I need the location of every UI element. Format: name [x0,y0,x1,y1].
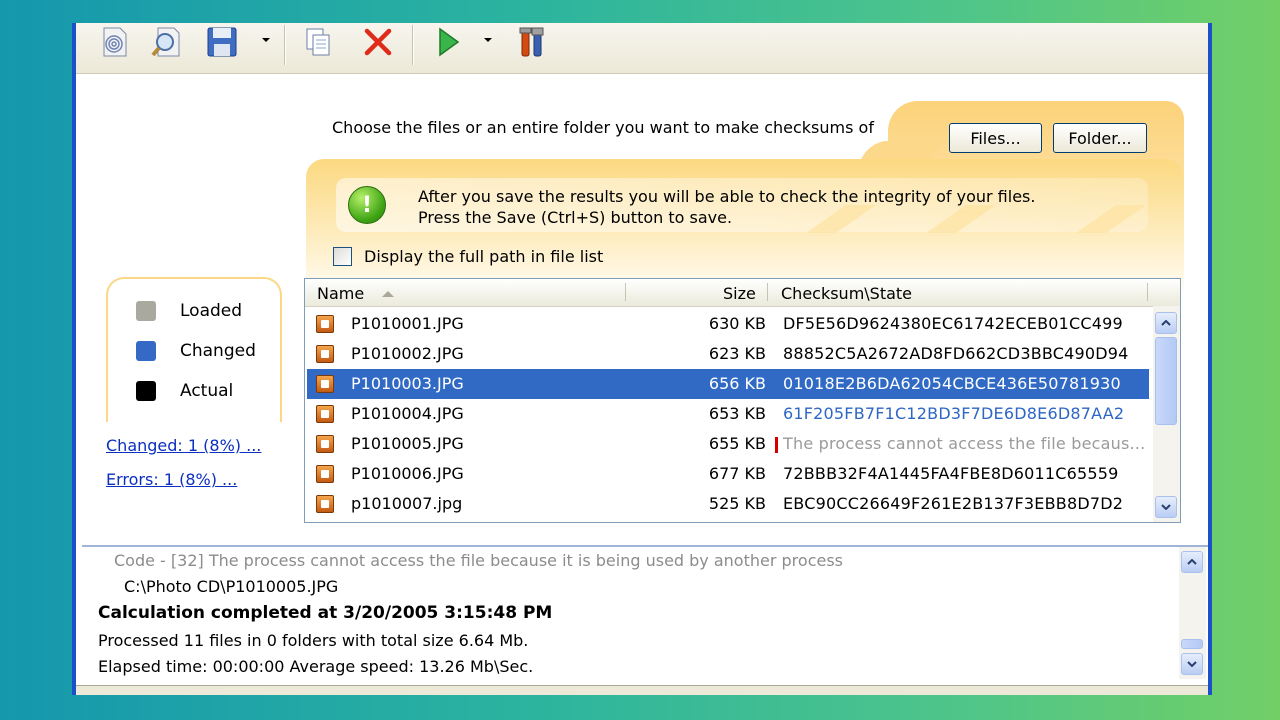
column-header-name[interactable]: Name [317,284,364,303]
legend-item-actual: Actual [136,381,233,401]
actual-swatch [136,381,156,401]
file-name: P1010003.JPG [351,374,464,393]
status-bar [76,685,1208,695]
toolbar-separator [412,25,414,65]
file-checksum: DF5E56D9624380EC61742ECEB01CC499 [783,314,1123,333]
chevron-down-icon [1187,661,1197,667]
errors-link[interactable]: Errors: 1 (8%) ... [106,470,237,489]
file-checksum-changed: 61F205FB7F1C12BD3F7DE6D8E6D87AA2 [783,404,1125,423]
log-panel[interactable]: Code - [32] The process cannot access th… [82,545,1208,687]
app-window: Choose the files or an entire folder you… [72,23,1212,695]
changed-swatch [136,341,156,361]
table-row[interactable]: P1010001.JPG 630 KB DF5E56D9624380EC6174… [307,309,1149,339]
file-name: P1010005.JPG [351,434,464,453]
legend-item-loaded: Loaded [136,301,242,321]
toolbar-separator [284,25,286,65]
file-name: p1010007.jpg [351,494,463,513]
save-dropdown-icon[interactable] [262,38,270,42]
file-size: 653 KB [708,404,766,423]
scroll-up-button[interactable] [1181,551,1203,573]
info-exclamation-icon: ! [348,186,386,224]
list-scrollbar[interactable] [1153,306,1180,522]
file-size: 655 KB [708,434,766,453]
file-size: 525 KB [708,494,766,513]
column-separator[interactable] [767,283,768,301]
file-name: P1010001.JPG [351,314,464,333]
loaded-swatch [136,301,156,321]
error-marker-icon [775,437,778,453]
column-header-size[interactable]: Size [723,284,756,303]
copy-icon[interactable] [298,23,338,61]
file-error-message: The process cannot access the file becau… [783,434,1146,453]
file-name: P1010004.JPG [351,404,464,423]
folder-button[interactable]: Folder... [1053,123,1147,153]
table-row[interactable]: P1010005.JPG 655 KB The process cannot a… [307,429,1149,459]
file-size: 623 KB [708,344,766,363]
verify-magnifier-icon[interactable] [146,23,186,61]
full-path-checkbox[interactable] [333,247,352,266]
jpg-file-icon [316,345,334,363]
log-error-path: C:\Photo CD\P1010005.JPG [124,577,339,596]
legend-label: Changed [180,341,256,361]
log-scrollbar[interactable] [1179,547,1206,679]
jpg-file-icon [316,465,334,483]
run-dropdown-icon[interactable] [484,38,492,42]
scroll-thumb[interactable] [1155,337,1177,425]
sort-ascending-icon [382,291,394,297]
file-name: P1010002.JPG [351,344,464,363]
open-fingerprint-icon[interactable] [94,23,134,61]
save-floppy-icon[interactable] [202,23,242,61]
column-separator[interactable] [1147,283,1148,301]
column-separator[interactable] [625,283,626,301]
jpg-file-icon [316,315,334,333]
table-row[interactable]: P1010002.JPG 623 KB 88852C5A2672AD8FD662… [307,339,1149,369]
table-row[interactable]: P1010006.JPG 677 KB 72BBB32F4A1445FA4FBE… [307,459,1149,489]
jpg-file-icon [316,405,334,423]
table-row[interactable]: p1010007.jpg 525 KB EBC90CC26649F261E2B1… [307,489,1149,519]
log-completed: Calculation completed at 3/20/2005 3:15:… [98,603,553,623]
toolbar [76,23,1208,74]
scroll-up-button[interactable] [1155,312,1177,334]
chevron-up-icon [1187,559,1197,565]
run-icon[interactable] [428,23,468,61]
info-line-2: Press the Save (Ctrl+S) button to save. [418,208,733,227]
info-text: After you save the results you will be a… [418,186,1035,228]
scroll-thumb[interactable] [1181,639,1203,649]
tools-icon[interactable] [512,23,552,61]
jpg-file-icon [316,375,334,393]
scroll-down-button[interactable] [1181,653,1203,675]
file-name: P1010006.JPG [351,464,464,483]
files-button[interactable]: Files... [949,123,1042,153]
info-line-1: After you save the results you will be a… [418,187,1036,206]
legend-label: Loaded [180,301,243,321]
file-checksum: 72BBB32F4A1445FA4FBE8D6011C65559 [783,464,1119,483]
log-elapsed: Elapsed time: 00:00:00 Average speed: 13… [98,657,534,676]
chevron-up-icon [1161,320,1171,326]
instruction-text: Choose the files or an entire folder you… [332,118,874,137]
file-checksum: 01018E2B6DA62054CBCE436E50781930 [783,374,1121,393]
legend: Loaded Changed Actual [106,277,282,422]
column-header-checksum[interactable]: Checksum\State [781,284,912,303]
log-processed: Processed 11 files in 0 folders with tot… [98,631,529,650]
full-path-label[interactable]: Display the full path in file list [364,247,603,266]
file-size: 677 KB [708,464,766,483]
jpg-file-icon [316,495,334,513]
legend-item-changed: Changed [136,341,256,361]
file-size: 656 KB [708,374,766,393]
file-checksum: 88852C5A2672AD8FD662CD3BBC490D94 [783,344,1129,363]
table-row-selected[interactable]: P1010003.JPG 656 KB 01018E2B6DA62054CBCE… [307,369,1149,399]
log-error-code: Code - [32] The process cannot access th… [114,551,843,570]
jpg-file-icon [316,435,334,453]
scroll-down-button[interactable] [1155,496,1177,518]
delete-icon[interactable] [358,23,398,61]
changed-link[interactable]: Changed: 1 (8%) ... [106,436,261,455]
list-header: Name Size Checksum\State [305,279,1180,307]
file-checksum: EBC90CC26649F261E2B137F3EBB8D7D2 [783,494,1124,513]
file-size: 630 KB [708,314,766,333]
legend-label: Actual [180,381,234,401]
chevron-down-icon [1161,504,1171,510]
table-row[interactable]: P1010004.JPG 653 KB 61F205FB7F1C12BD3F7D… [307,399,1149,429]
file-list[interactable]: Name Size Checksum\State P1010001.JPG 63… [304,278,1181,523]
